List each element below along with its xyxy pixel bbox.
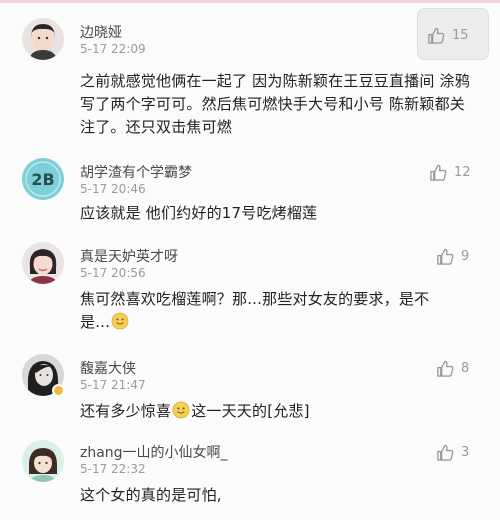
comment-item: 边晓娅 5-17 22:09 15 之前就感觉他俩在一起了 因为陈新颖在王豆豆直… — [0, 0, 500, 160]
avatar-photo-icon — [22, 18, 64, 60]
like-button[interactable]: 3 — [436, 441, 469, 463]
thumbs-up-icon — [430, 164, 447, 181]
commenter-name[interactable]: 胡学渣有个学霸梦 — [80, 162, 192, 182]
comment-time: 5-17 22:32 — [80, 462, 146, 476]
avatar[interactable] — [22, 440, 64, 482]
thumbs-up-icon — [428, 27, 445, 44]
comment-text-line: 是... — [80, 313, 111, 331]
like-count: 3 — [461, 444, 470, 460]
avatar-photo-icon — [22, 440, 64, 482]
thumbs-up-icon — [437, 360, 454, 377]
like-count: 15 — [452, 27, 469, 43]
avatar-2b-icon: 2B — [22, 158, 64, 200]
comment-item: 馥嘉大侠 5-17 21:47 8 还有多少惊喜 这一天天的[允悲] — [0, 344, 500, 428]
comment-text-line: 焦可然喜欢吃榴莲啊？那...那些对女友的要求，是不 — [80, 290, 430, 308]
like-button[interactable]: 8 — [436, 357, 469, 379]
avatar[interactable] — [22, 18, 64, 60]
commenter-name[interactable]: 边晓娅 — [80, 22, 122, 42]
like-button[interactable]: 9 — [436, 245, 469, 267]
comment-text-line: 还有多少惊喜 — [80, 402, 172, 420]
comment-time: 5-17 20:46 — [80, 182, 146, 196]
like-button[interactable]: 15 — [427, 24, 469, 46]
like-button[interactable]: 12 — [429, 161, 471, 183]
commenter-name[interactable]: 馥嘉大侠 — [80, 358, 136, 378]
like-count: 8 — [461, 360, 470, 376]
comment-text: 之前就感觉他俩在一起了 因为陈新颖在王豆豆直播间 涂鸦写了两个字可可。然后焦可燃… — [80, 72, 470, 136]
smile-emoji-icon — [172, 401, 190, 419]
comment-text: 焦可然喜欢吃榴莲啊？那...那些对女友的要求，是不 是... — [80, 288, 480, 334]
avatar[interactable]: 2B — [22, 158, 64, 200]
smile-emoji-icon — [111, 312, 129, 330]
avatar[interactable] — [22, 242, 64, 284]
comment-time: 5-17 21:47 — [80, 378, 146, 392]
thumbs-up-icon — [437, 444, 454, 461]
comment-item: zhang一山的小仙女啊_ 5-17 22:32 3 这个女的真的是可怕, — [0, 430, 500, 520]
thumbs-up-icon — [437, 248, 454, 265]
comment-text: 还有多少惊喜 这一天天的[允悲] — [80, 400, 480, 423]
comment-text-line: 这一天天的[允悲] — [191, 402, 310, 420]
avatar-photo-icon — [22, 242, 64, 284]
like-count: 12 — [454, 164, 471, 180]
comment-item: 2B 胡学渣有个学霸梦 5-17 20:46 12 应该就是 他们约好的17号吃… — [0, 152, 500, 232]
commenter-name[interactable]: zhang一山的小仙女啊_ — [80, 442, 228, 462]
comment-time: 5-17 22:09 — [80, 42, 146, 56]
comment-text: 这个女的真的是可怕, — [80, 486, 222, 504]
comment-time: 5-17 20:56 — [80, 266, 146, 280]
comment-page: 边晓娅 5-17 22:09 15 之前就感觉他俩在一起了 因为陈新颖在王豆豆直… — [0, 0, 500, 520]
avatar-text: 2B — [31, 170, 54, 189]
verified-badge-icon — [52, 384, 65, 397]
comment-item: 真是天妒英才呀 5-17 20:56 9 焦可然喜欢吃榴莲啊？那...那些对女友… — [0, 234, 500, 338]
commenter-name[interactable]: 真是天妒英才呀 — [80, 246, 178, 266]
comment-text: 应该就是 他们约好的17号吃烤榴莲 — [80, 204, 318, 222]
like-count: 9 — [461, 248, 470, 264]
